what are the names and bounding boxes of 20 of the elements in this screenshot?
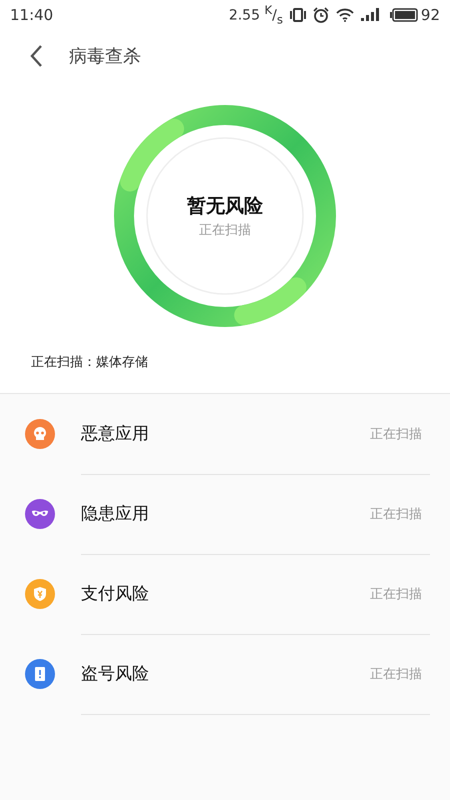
scan-state: 正在扫描 <box>199 222 251 239</box>
vibrate-icon <box>290 8 306 22</box>
category-label: 盗号风险 <box>81 663 149 685</box>
status-time: 11:40 <box>10 6 54 24</box>
scan-status: 正在扫描 <box>370 666 422 682</box>
network-speed: 2.55 $^{K}$/$_{s}$ <box>228 3 283 27</box>
category-label: 隐患应用 <box>81 503 149 525</box>
page-title: 病毒查杀 <box>69 45 141 68</box>
scan-status: 正在扫描 <box>370 426 422 442</box>
category-label: 支付风险 <box>81 583 149 605</box>
category-label: 恶意应用 <box>81 423 149 445</box>
back-icon[interactable] <box>29 44 43 68</box>
scan-status: 正在扫描 <box>370 506 422 522</box>
alarm-icon <box>312 6 329 23</box>
scan-result: 暂无风险 <box>187 194 263 219</box>
battery-icon <box>390 8 418 22</box>
battery-level: 92 <box>420 6 440 24</box>
scan-progress-text: 正在扫描：媒体存储 <box>30 354 149 372</box>
wifi-icon <box>336 8 354 22</box>
scan-status: 正在扫描 <box>370 586 422 602</box>
